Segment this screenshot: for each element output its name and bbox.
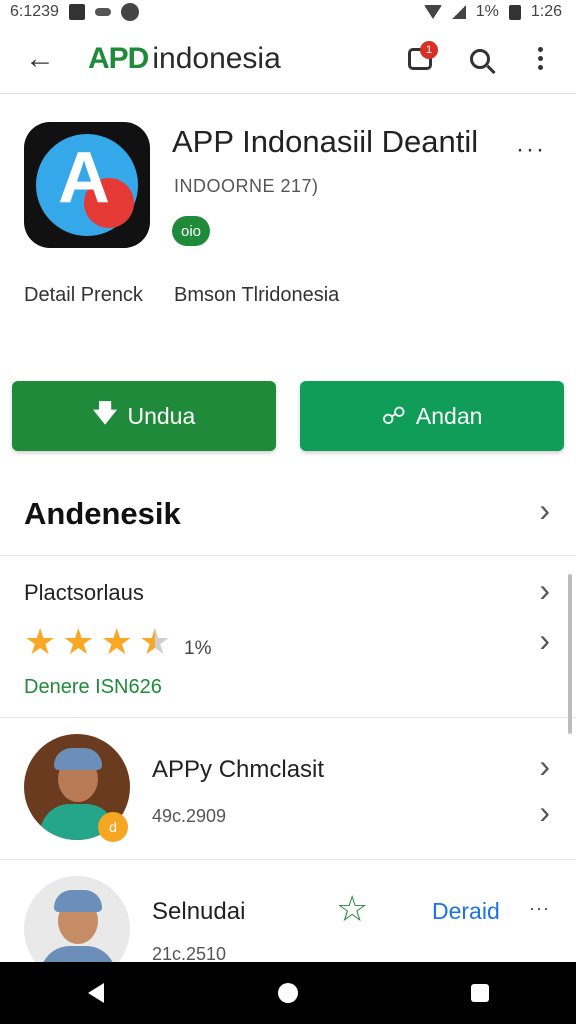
star-icon: ★ xyxy=(100,621,133,662)
half-star-icon: ★ xyxy=(138,621,172,662)
circle-home-icon xyxy=(278,983,298,1003)
overflow-menu-button[interactable] xyxy=(522,41,558,77)
status-right: 1% 1:26 xyxy=(423,3,562,21)
item-meta: 21c.2510 xyxy=(152,944,227,962)
action-buttons: 🡇 Undua ☍ Andan xyxy=(12,381,564,451)
triangle-back-icon xyxy=(88,983,104,1003)
star-icon: ★ xyxy=(24,621,57,662)
brand-text: indonesia xyxy=(152,41,281,75)
wifi-icon xyxy=(423,5,442,19)
about-section[interactable]: Andenesik › xyxy=(0,470,576,556)
star-icon: ★ xyxy=(62,621,95,662)
download-button[interactable]: 🡇 Undua xyxy=(12,381,276,451)
status-percent: 1% xyxy=(475,3,499,20)
download-label: Undua xyxy=(127,402,196,429)
notification-app-icon xyxy=(68,4,85,20)
open-button[interactable]: ☍ Andan xyxy=(300,381,564,451)
signal-icon xyxy=(451,5,466,19)
nav-back-button[interactable] xyxy=(76,973,116,1013)
brand-mark: APD xyxy=(88,41,149,75)
app-bar: ← APD indonesia 1 xyxy=(0,24,576,94)
app-title: APP Indonasiil Deantil xyxy=(172,124,479,159)
list-item[interactable]: Selnudai ☆ Deraid ··· 21c.2510 xyxy=(0,862,576,962)
nav-recents-button[interactable] xyxy=(460,973,500,1013)
search-icon xyxy=(470,48,490,69)
chevron-right-icon[interactable]: › xyxy=(539,794,550,831)
more-vert-icon xyxy=(537,47,543,70)
shield-icon: ☍ xyxy=(381,402,406,430)
square-recents-icon xyxy=(471,984,489,1002)
notification-badge: 1 xyxy=(420,40,438,59)
search-button[interactable] xyxy=(462,41,498,77)
status-bar: 6:1239 1% 1:26 xyxy=(0,0,576,24)
item-title: Selnudai xyxy=(152,898,246,925)
rating-link[interactable]: Denere ISN626 xyxy=(24,676,162,699)
download-icon: 🡇 xyxy=(92,399,118,427)
system-nav-bar xyxy=(0,962,576,1024)
meta-detail: Detail Prenck xyxy=(24,284,143,306)
app-header: A APP Indonasiil Deantil ··· INDOORNE 21… xyxy=(0,100,576,270)
cloud-icon xyxy=(94,8,111,16)
rating-percent: 1% xyxy=(184,638,212,659)
avatar xyxy=(24,876,130,962)
notifications-button[interactable]: 1 xyxy=(402,40,438,77)
scrollbar[interactable] xyxy=(568,574,572,734)
item-meta: 49c.2909 xyxy=(152,806,227,826)
item-title: APPy Chmclasit xyxy=(152,756,325,783)
back-arrow-icon[interactable]: ← xyxy=(18,37,62,81)
battery-icon xyxy=(508,4,521,20)
status-time: 6:1239 xyxy=(10,3,59,20)
chevron-right-icon[interactable]: › xyxy=(539,622,550,659)
star-sparkle-icon: ☆ xyxy=(336,888,369,929)
status-left: 6:1239 xyxy=(10,3,139,21)
circle-app-icon xyxy=(120,3,139,21)
rating-section: Plactsorlaus › ★ ★ ★ ★ 1% › Denere ISN62… xyxy=(0,560,576,718)
status-clock: 1:26 xyxy=(530,3,562,20)
app-badge: oio xyxy=(172,216,210,246)
section-title: Andenesik xyxy=(24,496,181,531)
item-link[interactable]: Deraid xyxy=(432,898,500,925)
meta-developer[interactable]: Bmson Tlridonesia xyxy=(174,284,339,307)
app-logo-icon: A xyxy=(24,122,150,248)
brand-logo: APD indonesia xyxy=(88,42,281,76)
chevron-right-icon[interactable]: › xyxy=(539,748,550,785)
app-actions: 1 xyxy=(402,40,558,77)
app-subtitle: INDOORNE 217) xyxy=(174,176,319,196)
star-rating: ★ ★ ★ ★ xyxy=(24,624,171,660)
rating-label: Plactsorlaus xyxy=(24,580,144,605)
chevron-right-icon[interactable]: › xyxy=(539,572,550,609)
open-label: Andan xyxy=(415,402,483,429)
list-item[interactable]: d APPy Chmclasit › 49c.2909 › xyxy=(0,720,576,860)
more-horiz-icon[interactable]: ··· xyxy=(529,898,550,919)
nav-home-button[interactable] xyxy=(268,973,308,1013)
avatar-badge: d xyxy=(98,812,128,842)
more-horiz-icon[interactable]: ··· xyxy=(516,136,546,164)
chevron-right-icon[interactable]: › xyxy=(539,492,550,529)
